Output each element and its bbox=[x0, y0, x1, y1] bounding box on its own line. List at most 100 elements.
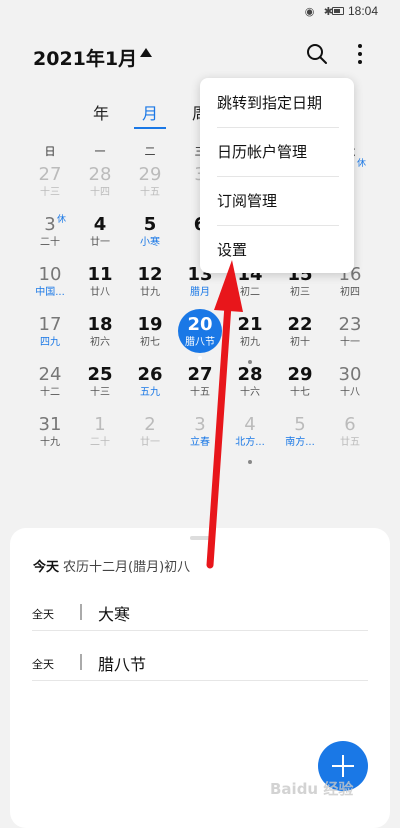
calendar-day-cell[interactable]: 20 腊八节 bbox=[175, 309, 225, 362]
day-number: 30 bbox=[338, 364, 362, 385]
calendar-day-cell[interactable]: 12 廿九 bbox=[125, 262, 175, 312]
lunar-label: 十三 bbox=[90, 387, 110, 398]
day-number: 23 bbox=[338, 314, 362, 335]
tab-month[interactable]: 月 bbox=[130, 100, 170, 129]
day-number: 12 bbox=[137, 264, 163, 285]
lunar-label: 十六 bbox=[240, 387, 260, 398]
day-number: 3 bbox=[44, 214, 56, 235]
event-divider bbox=[80, 604, 82, 620]
lunar-label: 初六 bbox=[90, 337, 110, 348]
calendar-day-cell[interactable]: 27 十三 bbox=[25, 162, 75, 212]
lunar-label: 十五 bbox=[190, 387, 210, 398]
day-number: 31 bbox=[38, 414, 62, 435]
watermark-logo: Baidu 经验 bbox=[270, 780, 354, 798]
event-allday-label: 全天 bbox=[32, 658, 54, 671]
calendar-day-cell[interactable]: 28 十四 bbox=[75, 162, 125, 212]
calendar-day-cell[interactable]: 5 小寒 bbox=[125, 212, 175, 262]
lunar-label: 十八 bbox=[340, 387, 360, 398]
calendar-header: 2021年1月 bbox=[0, 30, 400, 80]
lunar-label: 十四 bbox=[90, 187, 110, 198]
calendar-day-cell[interactable]: 19 初七 bbox=[125, 312, 175, 362]
calendar-day-cell[interactable]: 29 十五 bbox=[125, 162, 175, 212]
menu-item-settings[interactable]: 设置 bbox=[217, 226, 339, 274]
lunar-label: 小寒 bbox=[140, 237, 160, 248]
calendar-day-cell[interactable]: 22 初十 bbox=[275, 312, 325, 362]
lunar-label: 五九 bbox=[140, 387, 160, 398]
battery-icon bbox=[332, 7, 344, 15]
weekday-label: 日 bbox=[44, 145, 56, 158]
day-number: 27 bbox=[38, 164, 62, 185]
lunar-label: 初十 bbox=[290, 337, 310, 348]
lunar-label: 初七 bbox=[140, 337, 160, 348]
calendar-day-cell[interactable]: 18 初六 bbox=[75, 312, 125, 362]
calendar-day-cell[interactable]: 28 十六 bbox=[225, 362, 275, 412]
day-number: 21 bbox=[237, 314, 263, 335]
day-number: 4 bbox=[244, 414, 256, 435]
calendar-day-cell[interactable]: 17 四九 bbox=[25, 312, 75, 362]
calendar-day-cell[interactable]: 2 廿一 bbox=[125, 412, 175, 462]
lunar-label: 廿一 bbox=[90, 237, 110, 248]
lunar-label: 南方... bbox=[285, 437, 315, 448]
day-number: 20 bbox=[187, 314, 213, 335]
lunar-label: 十一 bbox=[340, 337, 360, 348]
weekday-label: 一 bbox=[94, 145, 106, 158]
month-title[interactable]: 2021年1月 bbox=[33, 44, 137, 71]
calendar-day-cell[interactable]: 27 十五 bbox=[175, 362, 225, 412]
drag-handle[interactable] bbox=[190, 536, 212, 540]
lunar-label: 初二 bbox=[240, 287, 260, 298]
caret-up-icon[interactable] bbox=[140, 48, 152, 57]
lunar-label: 十五 bbox=[140, 187, 160, 198]
day-number: 2 bbox=[144, 414, 156, 435]
calendar-day-cell[interactable]: 1 二十 bbox=[75, 412, 125, 462]
lunar-label: 二十 bbox=[40, 237, 60, 248]
day-number: 28 bbox=[88, 164, 112, 185]
day-number: 29 bbox=[138, 164, 162, 185]
menu-item-goto-date[interactable]: 跳转到指定日期 bbox=[217, 79, 339, 127]
calendar-day-cell[interactable]: 5 南方... bbox=[275, 412, 325, 462]
day-number: 1 bbox=[94, 414, 106, 435]
day-number: 10 bbox=[38, 264, 62, 285]
lunar-label: 腊八节 bbox=[185, 337, 215, 348]
day-number: 4 bbox=[93, 214, 107, 235]
calendar-day-cell[interactable]: 29 十七 bbox=[275, 362, 325, 412]
status-time: 18:04 bbox=[347, 4, 378, 18]
calendar-day-cell[interactable]: 24 十二 bbox=[25, 362, 75, 412]
lunar-label: 十七 bbox=[290, 387, 310, 398]
search-icon[interactable] bbox=[306, 43, 328, 65]
calendar-day-cell[interactable]: 3 二十 休 bbox=[25, 212, 75, 262]
holiday-rest-badge: 休 bbox=[57, 215, 67, 225]
day-number: 3 bbox=[194, 414, 206, 435]
lunar-label: 廿八 bbox=[90, 287, 110, 298]
calendar-day-cell[interactable]: 25 十三 bbox=[75, 362, 125, 412]
lunar-label: 廿一 bbox=[140, 437, 160, 448]
lunar-label: 初九 bbox=[240, 337, 260, 348]
lunar-label: 立春 bbox=[190, 437, 210, 448]
calendar-day-cell[interactable]: 10 中国... bbox=[25, 262, 75, 312]
calendar-day-cell[interactable]: 23 十一 bbox=[325, 312, 375, 362]
calendar-day-cell[interactable]: 21 初九 bbox=[225, 312, 275, 364]
day-number: 28 bbox=[237, 364, 263, 385]
day-number: 25 bbox=[87, 364, 113, 385]
calendar-day-cell[interactable]: 4 北方... bbox=[225, 412, 275, 464]
calendar-day-cell[interactable]: 30 十八 bbox=[325, 362, 375, 412]
lunar-label: 四九 bbox=[40, 337, 60, 348]
event-allday-label: 全天 bbox=[32, 608, 54, 621]
menu-item-account-management[interactable]: 日历帐户管理 bbox=[217, 128, 339, 176]
calendar-day-cell[interactable]: 31 十九 bbox=[25, 412, 75, 462]
menu-item-subscriptions[interactable]: 订阅管理 bbox=[217, 177, 339, 225]
day-number: 11 bbox=[87, 264, 113, 285]
lunar-label: 中国... bbox=[35, 287, 65, 298]
calendar-day-cell[interactable]: 26 五九 bbox=[125, 362, 175, 412]
day-number: 17 bbox=[38, 314, 62, 335]
day-number: 27 bbox=[187, 364, 213, 385]
today-summary: 今天 农历十二月(腊月)初八 bbox=[33, 556, 190, 575]
calendar-day-cell[interactable]: 4 廿一 bbox=[75, 212, 125, 262]
tab-year[interactable]: 年 bbox=[81, 100, 121, 124]
calendar-day-cell[interactable]: 6 廿五 bbox=[325, 412, 375, 462]
lunar-label: 十二 bbox=[40, 387, 60, 398]
calendar-day-cell[interactable]: 3 立春 bbox=[175, 412, 225, 462]
calendar-day-cell[interactable]: 11 廿八 bbox=[75, 262, 125, 312]
more-options-icon[interactable] bbox=[356, 44, 364, 68]
lunar-label: 腊月 bbox=[190, 287, 210, 298]
today-lunar-date: 农历十二月(腊月)初八 bbox=[63, 560, 191, 575]
